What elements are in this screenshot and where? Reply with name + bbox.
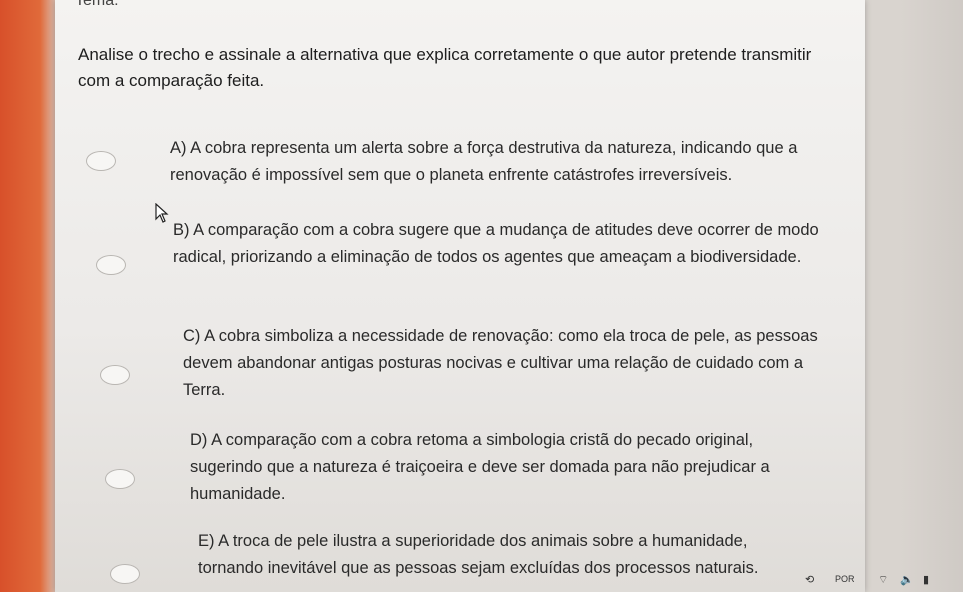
system-tray: ⟲ POR ⌔ 🔈 ▮: [790, 568, 963, 592]
option-b-text: B) A comparação com a cobra sugere que a…: [173, 221, 819, 266]
question-card: Tema: Analise o trecho e assinale a alte…: [55, 0, 865, 592]
option-a-radio[interactable]: [86, 151, 116, 171]
question-text: Analise o trecho e assinale a alternativ…: [78, 45, 812, 90]
option-c-text: C) A cobra simboliza a necessidade de re…: [183, 327, 818, 399]
volume-icon[interactable]: 🔈: [900, 573, 914, 586]
battery-icon[interactable]: ▮: [923, 573, 929, 586]
option-e-radio[interactable]: [110, 564, 140, 584]
option-d-text: D) A comparação com a cobra retoma a sim…: [190, 431, 770, 503]
refresh-icon: ⟲: [805, 574, 815, 586]
wifi-icon[interactable]: ⌔: [878, 573, 888, 587]
option-e-text: E) A troca de pele ilustra a superiorida…: [198, 532, 759, 577]
cursor-icon: [155, 203, 169, 223]
card-header: Tema:: [75, 0, 119, 9]
language-indicator[interactable]: POR: [835, 574, 855, 584]
screen: Tema: Analise o trecho e assinale a alte…: [0, 0, 963, 592]
option-d-radio[interactable]: [105, 469, 135, 489]
option-b-radio[interactable]: [96, 255, 126, 275]
option-a-text: A) A cobra representa um alerta sobre a …: [170, 139, 798, 184]
option-c-radio[interactable]: [100, 365, 130, 385]
